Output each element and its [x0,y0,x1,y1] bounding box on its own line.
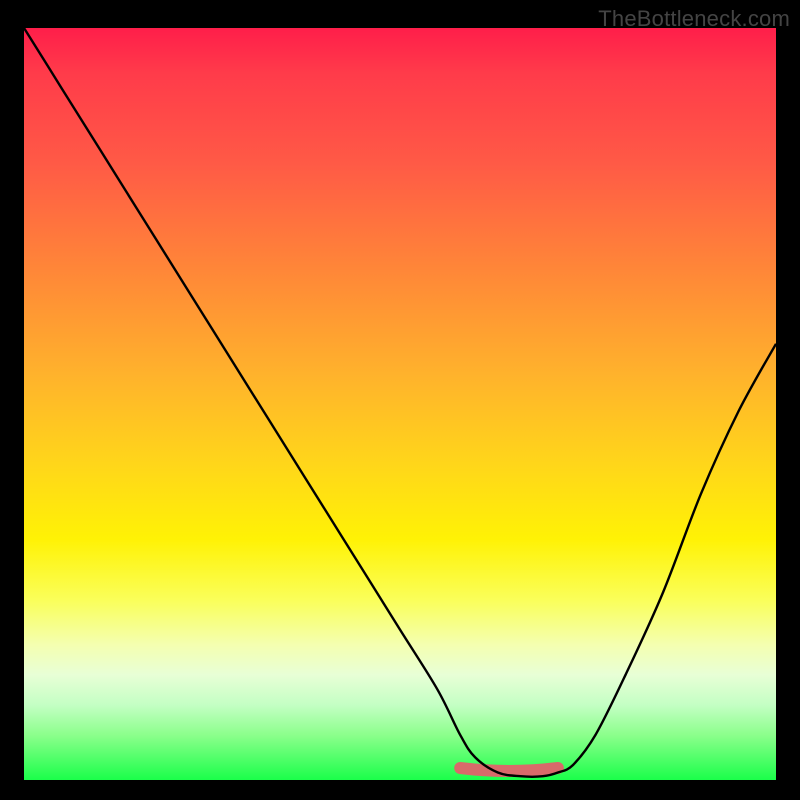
plot-area [24,28,776,780]
optimal-range-arc [460,768,558,771]
watermark-text: TheBottleneck.com [598,6,790,32]
bottleneck-curve [24,28,776,777]
curve-svg [24,28,776,780]
chart-frame: TheBottleneck.com [0,0,800,800]
